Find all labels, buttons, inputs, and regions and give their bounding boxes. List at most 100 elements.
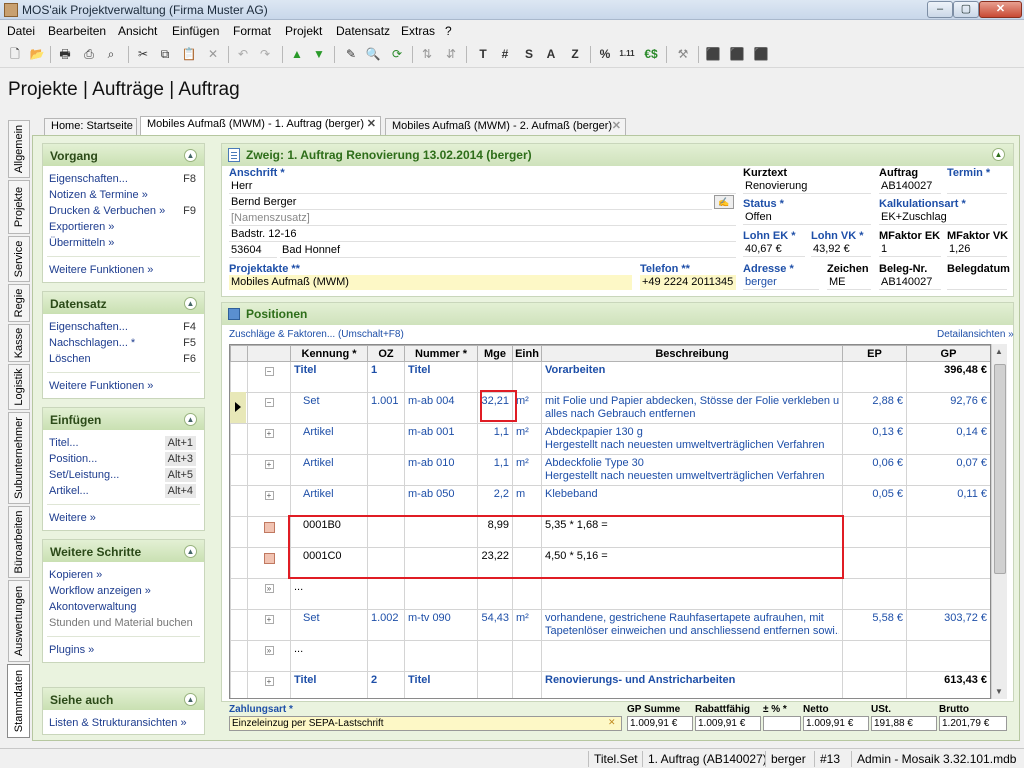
gp-cell[interactable]	[906, 516, 990, 548]
tree-cell[interactable]: +	[247, 671, 291, 698]
mge-cell[interactable]	[477, 671, 513, 698]
brutto-field[interactable]: 1.201,79 €	[939, 716, 1007, 731]
close-button[interactable]: ✕	[979, 1, 1022, 18]
ep-cell[interactable]	[842, 578, 907, 610]
menu-extras[interactable]: Extras	[401, 24, 435, 38]
edit-icon[interactable]: ✎	[342, 45, 360, 63]
gp-cell[interactable]	[906, 640, 990, 672]
lohn-ek-field[interactable]: 40,67 €	[743, 242, 805, 257]
gp-cell[interactable]: 0,11 €	[906, 485, 990, 517]
lp-notizen[interactable]: Notizen & Termine »	[43, 187, 204, 203]
currency-icon[interactable]: €$	[642, 45, 660, 63]
percent-icon[interactable]: %	[596, 45, 614, 63]
nummer-cell[interactable]: m-ab 050	[404, 485, 478, 517]
format-z-icon[interactable]: Z	[566, 45, 584, 63]
vtab-service[interactable]: Service	[8, 236, 30, 282]
name-field[interactable]: Bernd Berger	[229, 195, 712, 210]
copy-icon[interactable]: ⧉	[156, 45, 174, 63]
table-row[interactable]: − Titel 1 Titel Vorarbeiten 396,48 €	[230, 361, 990, 393]
kennung-cell[interactable]: Titel	[290, 361, 368, 393]
nummer-cell[interactable]	[404, 640, 478, 672]
sort-asc-icon[interactable]: ⇅	[418, 45, 436, 63]
tab-home[interactable]: Home: Startseite	[44, 118, 137, 135]
mfaktor-ek-field[interactable]: 1	[879, 242, 941, 257]
beschreibung-cell[interactable]	[541, 578, 843, 610]
nummer-cell[interactable]: Titel	[404, 361, 478, 393]
lp-titel[interactable]: Titel... Alt+1	[43, 435, 204, 451]
puzzle-red-icon[interactable]: ⬛	[752, 45, 770, 63]
vtab-subunternehmer[interactable]: Subunternehmer	[8, 412, 30, 504]
table-row[interactable]: + Artikel m-ab 050 2,2 m Klebeband 0,05 €0,11 …	[230, 485, 990, 517]
termin-field[interactable]	[947, 179, 1007, 194]
nummer-cell[interactable]	[404, 578, 478, 610]
col-gp[interactable]: GP	[906, 345, 990, 362]
col-mge[interactable]: Mge	[477, 345, 513, 362]
kurztext-field[interactable]: Renovierung	[743, 179, 871, 194]
table-row[interactable]: »...	[230, 578, 990, 610]
oz-cell[interactable]	[367, 485, 405, 517]
table-row[interactable]: + Set 1.002 m-tv 090 54,43 m² vorhandene, gest…	[230, 609, 990, 641]
einh-cell[interactable]	[512, 578, 542, 610]
tree-cell[interactable]: »	[247, 578, 291, 610]
einh-cell[interactable]	[512, 671, 542, 698]
tree-toggle-icon[interactable]: +	[264, 429, 274, 438]
delete-icon[interactable]: ✕	[204, 45, 222, 63]
search-icon[interactable]: 🔍	[364, 45, 382, 63]
row-selector-cell[interactable]	[230, 423, 248, 455]
status-field[interactable]: Offen	[743, 210, 871, 225]
gp-cell[interactable]: 92,76 €	[906, 392, 990, 424]
gp-summe-field[interactable]: 1.009,91 €	[627, 716, 693, 731]
zuschlaege-link[interactable]: Zuschläge & Faktoren... (Umschalt+F8)	[229, 329, 404, 340]
lp-kopieren[interactable]: Kopieren »	[43, 567, 204, 583]
projektakte-field[interactable]: Mobiles Aufmaß (MWM)	[229, 275, 632, 290]
vtab-regie[interactable]: Regie	[8, 284, 30, 322]
einh-cell[interactable]	[512, 361, 542, 393]
einh-cell[interactable]: m²	[512, 454, 542, 486]
open-icon[interactable]: 📂	[28, 45, 46, 63]
gp-cell[interactable]	[906, 578, 990, 610]
row-selector-cell[interactable]	[230, 609, 248, 641]
ep-cell[interactable]: 5,58 €	[842, 609, 907, 641]
nummer-cell[interactable]: Titel	[404, 671, 478, 698]
ep-cell[interactable]: 2,88 €	[842, 392, 907, 424]
einh-cell[interactable]	[512, 640, 542, 672]
kennung-cell[interactable]: Artikel	[290, 423, 368, 455]
disabled-tool-icon[interactable]: ⚒	[674, 45, 692, 63]
oz-cell[interactable]	[367, 578, 405, 610]
tree-cell[interactable]: +	[247, 485, 291, 517]
tree-cell[interactable]: −	[247, 361, 291, 393]
ort-field[interactable]: Bad Honnef	[280, 243, 736, 258]
rabattfaehig-field[interactable]: 1.009,91 €	[695, 716, 761, 731]
mge-cell[interactable]: 54,43	[477, 609, 513, 641]
beschreibung-cell[interactable]	[541, 640, 843, 672]
panel-header[interactable]: Siehe auch ▲	[43, 688, 204, 710]
beschreibung-cell[interactable]: Vorarbeiten	[541, 361, 843, 393]
format-hash-icon[interactable]: #	[496, 45, 514, 63]
ep-cell[interactable]: 0,06 €	[842, 454, 907, 486]
lp-weitere-funktionen[interactable]: Weitere Funktionen »	[43, 262, 204, 278]
format-s-icon[interactable]: S	[520, 45, 538, 63]
beschreibung-cell[interactable]: Klebeband	[541, 485, 843, 517]
oz-cell[interactable]: 2	[367, 671, 405, 698]
menu-projekt[interactable]: Projekt	[285, 24, 322, 38]
table-row[interactable]: − Set 1.001 m-ab 004 32,21 m² mit Folie und Pa…	[230, 392, 990, 424]
oz-cell[interactable]: 1.002	[367, 609, 405, 641]
netto-field[interactable]: 1.009,91 €	[803, 716, 869, 731]
new-icon[interactable]: 🗋	[6, 45, 24, 63]
telefon-field[interactable]: +49 2224 2011345	[640, 275, 736, 290]
collapse-icon[interactable]: ▲	[184, 413, 197, 426]
gp-cell[interactable]	[906, 547, 990, 579]
vtab-auswertungen[interactable]: Auswertungen	[8, 580, 30, 662]
prozent-field[interactable]	[763, 716, 801, 731]
ep-cell[interactable]	[842, 516, 907, 548]
lp-artikel[interactable]: Artikel... Alt+4	[43, 483, 204, 499]
mge-cell[interactable]	[477, 361, 513, 393]
lp-exportieren[interactable]: Exportieren »	[43, 219, 204, 235]
table-row[interactable]: + Artikel m-ab 010 1,1 m² Abdeckfolie Type 30…	[230, 454, 990, 486]
tree-cell[interactable]: −	[247, 392, 291, 424]
beschreibung-cell[interactable]: vorhandene, gestrichene Rauhfasertapete …	[541, 609, 843, 641]
mfaktor-vk-field[interactable]: 1,26	[947, 242, 1007, 257]
col-kennung[interactable]: Kennung *	[290, 345, 368, 362]
tree-cell[interactable]: +	[247, 454, 291, 486]
gp-cell[interactable]: 0,07 €	[906, 454, 990, 486]
